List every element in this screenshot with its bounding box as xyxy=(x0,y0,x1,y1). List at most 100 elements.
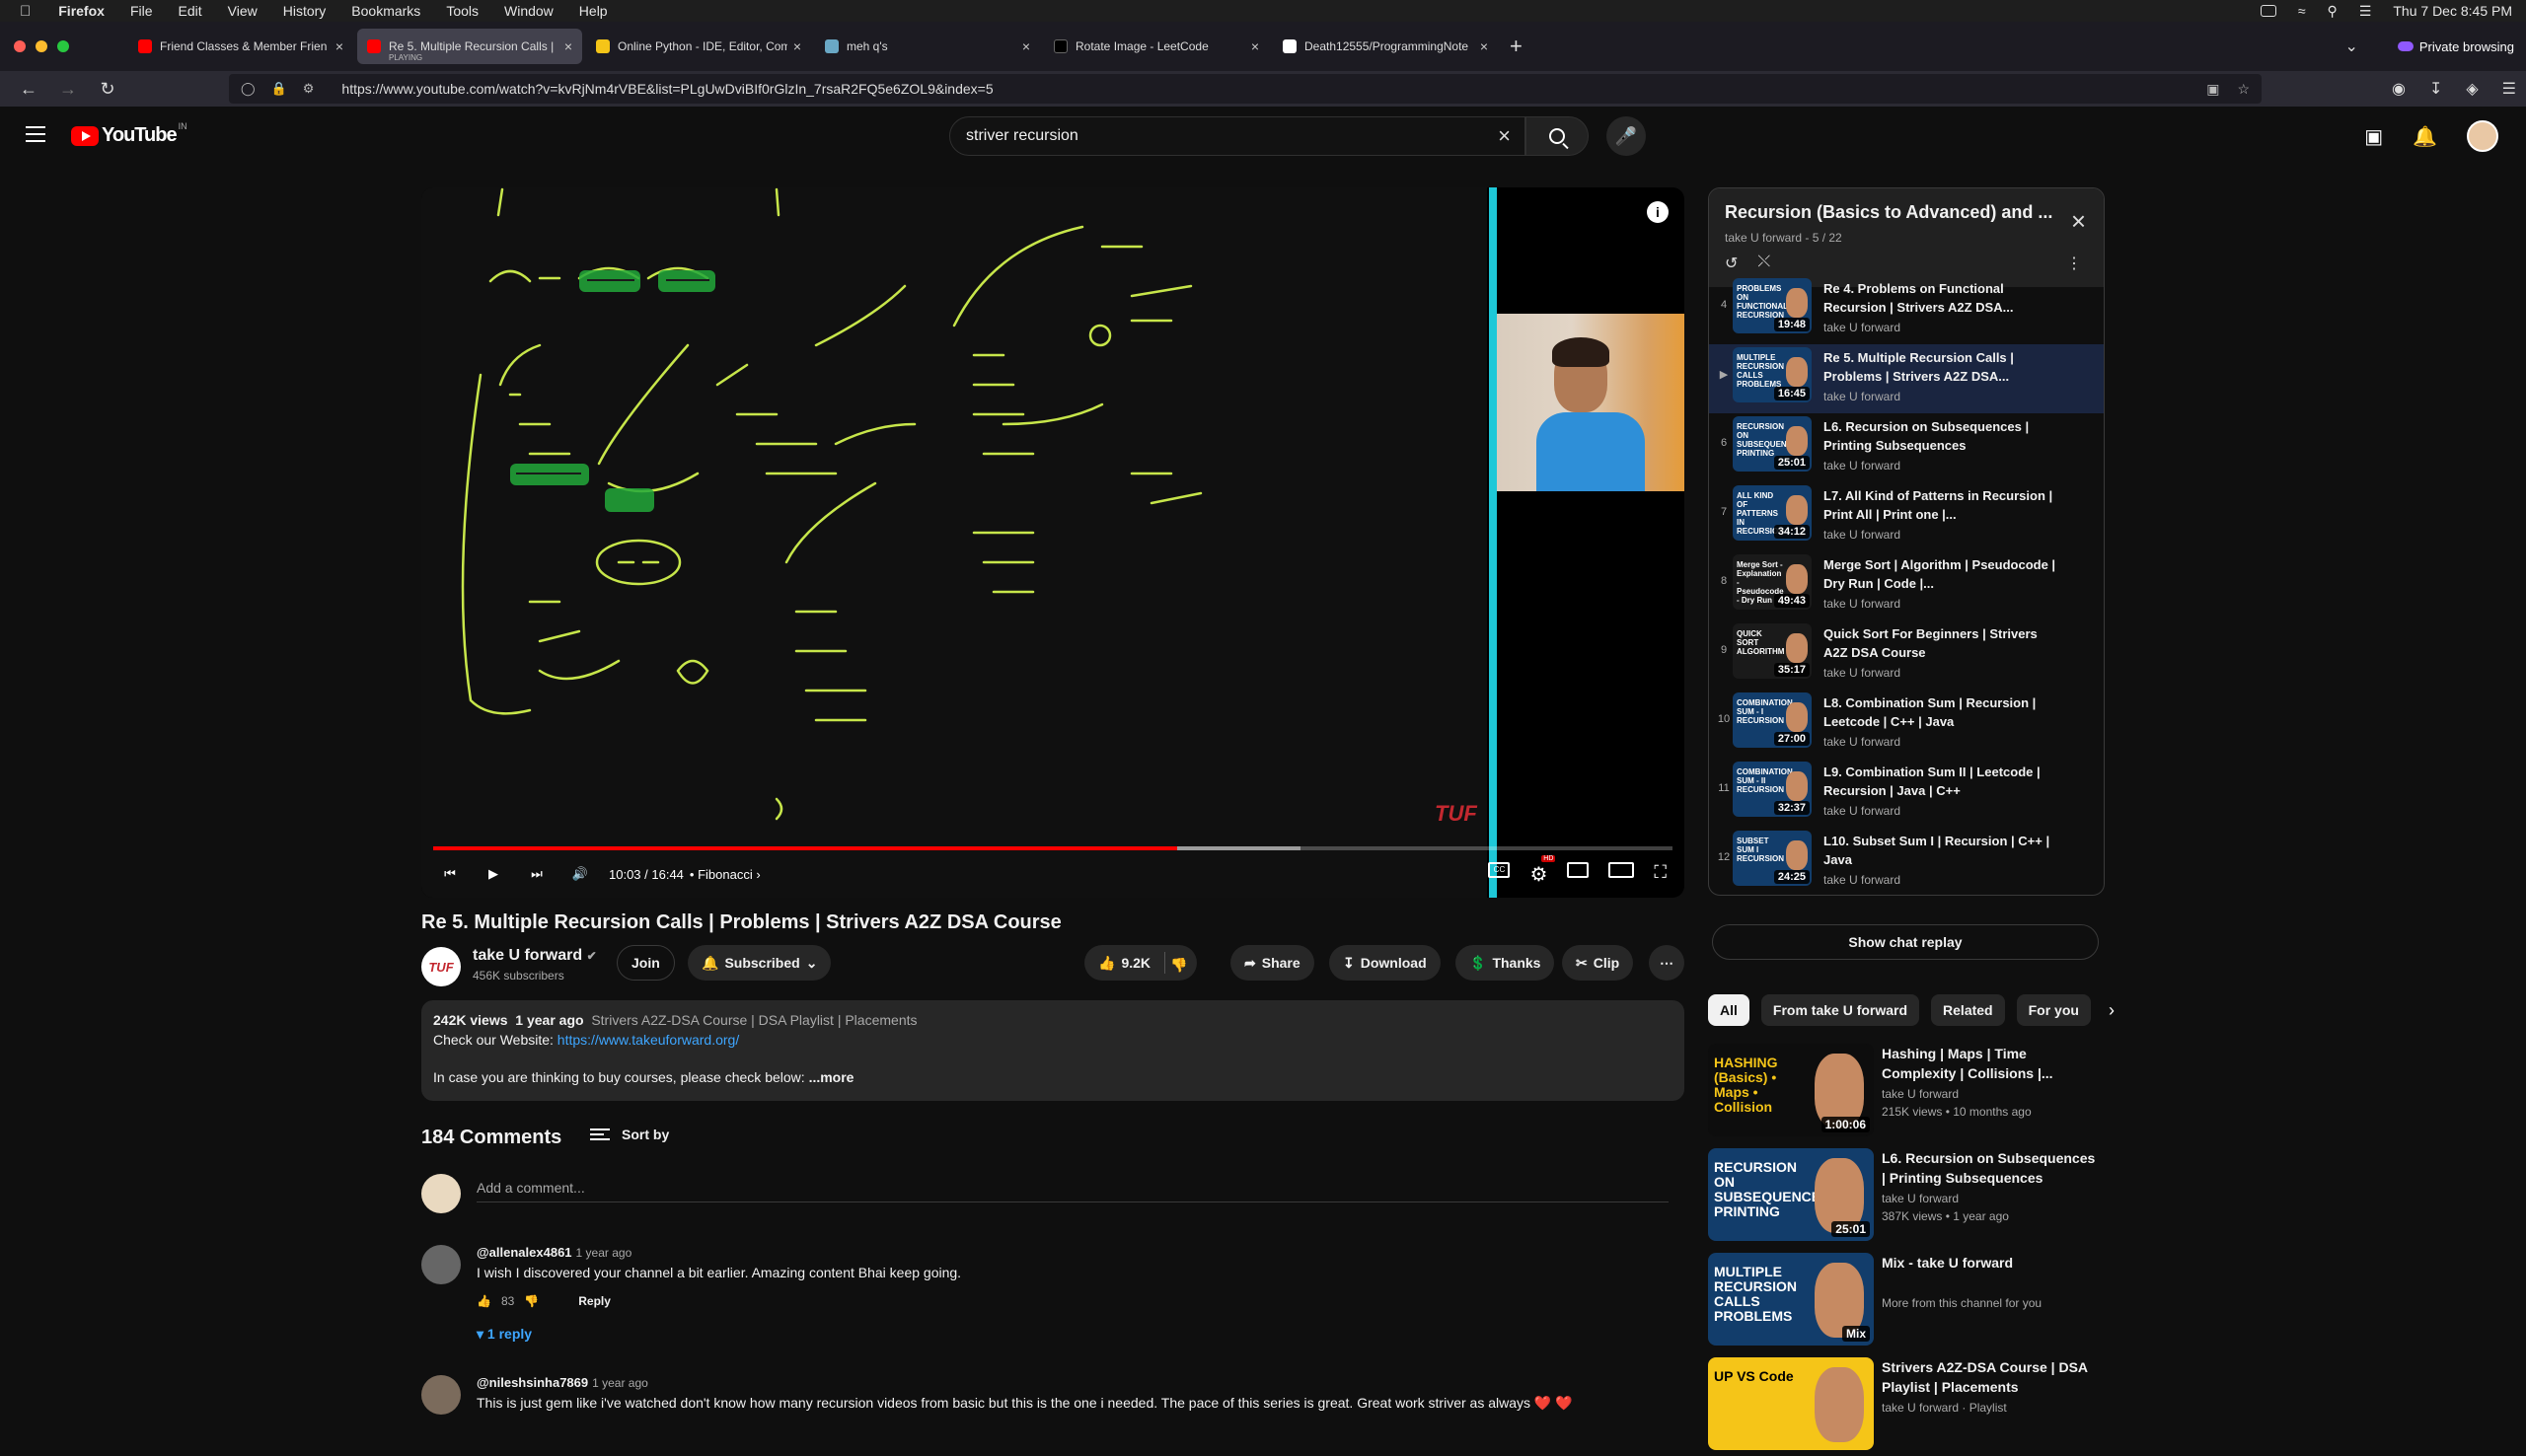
clear-search-icon[interactable]: × xyxy=(1498,123,1511,149)
downloads-icon[interactable]: ↧ xyxy=(2429,79,2442,99)
playlist-item[interactable]: 11 COMBINATION SUM - II RECURSION 32:37 L9.… xyxy=(1709,759,2104,828)
subtitles-icon[interactable]: CC xyxy=(1488,861,1511,878)
playlist-title[interactable]: Recursion (Basics to Advanced) and ... xyxy=(1725,202,2060,223)
add-comment-placeholder[interactable]: Add a comment... xyxy=(477,1180,585,1196)
website-link[interactable]: https://www.takeuforward.org/ xyxy=(557,1032,739,1048)
menu-history[interactable]: History xyxy=(283,3,327,19)
playlist-item[interactable]: 4 PROBLEMS ON FUNCTIONAL RECURSION 19:48 Re… xyxy=(1709,275,2104,344)
menu-bookmarks[interactable]: Bookmarks xyxy=(351,3,420,19)
close-tab-icon[interactable]: × xyxy=(793,38,801,54)
voice-search-button[interactable]: 🎤 xyxy=(1606,116,1646,156)
commenter-avatar[interactable] xyxy=(421,1375,461,1415)
wifi-icon[interactable]: ≈ xyxy=(2298,3,2306,19)
channel-name[interactable]: take U forward ✔ xyxy=(473,947,597,965)
join-button[interactable]: Join xyxy=(617,945,675,981)
volume-icon[interactable]: 🔊 xyxy=(565,859,595,889)
tracking-protection-icon[interactable]: ◯ xyxy=(241,81,256,97)
next-icon[interactable]: ⏭ xyxy=(522,859,552,889)
clip-button[interactable]: ✂ Clip xyxy=(1562,945,1634,981)
menu-app-name[interactable]: Firefox xyxy=(58,3,105,19)
chip-from-channel[interactable]: From take U forward xyxy=(1760,994,1920,1026)
minimize-window-button[interactable] xyxy=(36,40,47,52)
permissions-icon[interactable]: ⚙ xyxy=(303,81,315,97)
loop-icon[interactable]: ↺ xyxy=(1725,254,1738,273)
create-video-icon[interactable]: ▣ xyxy=(2364,124,2383,149)
url-text[interactable]: https://www.youtube.com/watch?v=kvRjNm4r… xyxy=(341,81,993,97)
playlist-item[interactable]: 12 SUBSET SUM I RECURSION 24:25 L10. Subset… xyxy=(1709,828,2104,895)
tab-rotate-image-leetcode[interactable]: Rotate Image - LeetCode × xyxy=(1044,29,1269,64)
playlist-item[interactable]: ▶ MULTIPLE RECURSION CALLS PROBLEMS 16:45 R… xyxy=(1709,344,2104,413)
search-input[interactable]: striver recursion × xyxy=(949,116,1525,156)
comment-author[interactable]: @nileshsinha7869 1 year ago xyxy=(477,1375,648,1390)
recommended-video[interactable]: MULTIPLE RECURSION CALLS PROBLEMS Mix Mix … xyxy=(1708,1253,2105,1351)
comment-dislike-icon[interactable]: 👎 xyxy=(524,1294,539,1308)
extensions-icon[interactable]: ◈ xyxy=(2466,79,2478,99)
close-tab-icon[interactable]: × xyxy=(1251,38,1259,54)
shuffle-icon[interactable]: ⤬ xyxy=(1757,254,1770,273)
back-icon[interactable]: ← xyxy=(18,79,39,100)
recommended-video[interactable]: UP VS Code Strivers A2Z-DSA Course | DSA … xyxy=(1708,1357,2105,1456)
zoom-window-button[interactable] xyxy=(57,40,69,52)
show-chat-replay-button[interactable]: Show chat replay xyxy=(1712,924,2099,960)
bookmark-star-icon[interactable]: ☆ xyxy=(2237,81,2250,98)
recommended-video[interactable]: HASHING (Basics) • Maps • Collision 1:00:… xyxy=(1708,1044,2105,1142)
playlist-item[interactable]: 7 ALL KIND OF PATTERNS IN RECURSION 34:12 L… xyxy=(1709,482,2104,551)
fullscreen-icon[interactable]: ⛶ xyxy=(1654,862,1667,887)
chapter-button[interactable]: • Fibonacci › xyxy=(690,867,761,882)
playlist-item[interactable]: 10 COMBINATION SUM - I RECURSION 27:00 L8. … xyxy=(1709,690,2104,759)
lock-icon[interactable]: 🔒 xyxy=(271,81,287,97)
reply-button[interactable]: Reply xyxy=(578,1294,611,1308)
playlist-item[interactable]: 8 Merge Sort - Explanation - Pseudocode -… xyxy=(1709,551,2104,620)
menu-window[interactable]: Window xyxy=(504,3,554,19)
playlist-item[interactable]: 9 QUICK SORT ALGORITHM 35:17 Quick Sort For… xyxy=(1709,620,2104,690)
apple-icon[interactable]:  xyxy=(20,3,31,20)
chip-all[interactable]: All xyxy=(1708,994,1749,1026)
previous-icon[interactable]: ⏮ xyxy=(435,859,465,889)
progress-bar[interactable] xyxy=(433,846,1672,850)
close-tab-icon[interactable]: × xyxy=(1480,38,1488,54)
new-tab-button[interactable]: + xyxy=(1510,34,1523,59)
close-playlist-icon[interactable]: × xyxy=(2071,206,2086,237)
tab-friend-classes[interactable]: Friend Classes & Member Frien × xyxy=(128,29,353,64)
menu-edit[interactable]: Edit xyxy=(179,3,202,19)
menu-help[interactable]: Help xyxy=(579,3,608,19)
playlist-more-icon[interactable]: ⋮ xyxy=(2066,254,2082,273)
youtube-logo[interactable]: YouTube IN xyxy=(71,121,187,147)
tab-online-python[interactable]: Online Python - IDE, Editor, Com × xyxy=(586,29,811,64)
reload-icon[interactable]: ↻ xyxy=(97,79,118,100)
battery-icon[interactable] xyxy=(2260,5,2276,17)
theater-mode-icon[interactable] xyxy=(1608,861,1635,878)
thanks-button[interactable]: 💲 Thanks xyxy=(1455,945,1555,981)
chip-related[interactable]: Related xyxy=(1931,994,2005,1026)
view-replies-button[interactable]: ▾ 1 reply xyxy=(477,1326,532,1343)
tab-meh-qs[interactable]: meh q's × xyxy=(815,29,1040,64)
download-button[interactable]: ↧ Download xyxy=(1329,945,1441,981)
list-all-tabs-icon[interactable]: ⌄ xyxy=(2344,36,2357,56)
add-comment-box[interactable]: Add a comment... xyxy=(421,1174,1670,1213)
tab-github-programming-notes[interactable]: Death12555/ProgrammingNote × xyxy=(1273,29,1498,64)
close-tab-icon[interactable]: × xyxy=(335,38,343,54)
tab-re5-multiple-recursion[interactable]: Re 5. Multiple Recursion Calls | PLAYING × xyxy=(357,29,582,64)
url-bar[interactable]: ◯ 🔒 ⚙ https://www.youtube.com/watch?v=kv… xyxy=(229,74,2262,104)
miniplayer-icon[interactable] xyxy=(1567,861,1590,878)
menu-file[interactable]: File xyxy=(130,3,153,19)
clock[interactable]: Thu 7 Dec 8:45 PM xyxy=(2393,3,2512,19)
sort-comments-button[interactable]: Sort by xyxy=(590,1127,669,1142)
show-more-link[interactable]: ...more xyxy=(809,1069,854,1085)
close-window-button[interactable] xyxy=(14,40,26,52)
search-button[interactable] xyxy=(1525,116,1589,156)
description-box[interactable]: 242K views 1 year ago Strivers A2Z-DSA C… xyxy=(421,1000,1684,1101)
control-center-icon[interactable]: ☰ xyxy=(2359,3,2372,20)
channel-avatar[interactable]: TUF xyxy=(421,947,461,986)
info-icon[interactable]: i xyxy=(1647,201,1669,223)
playlist-item[interactable]: 6 RECURSION ON SUBSEQUENCES PRINTING 25:01… xyxy=(1709,413,2104,482)
guide-menu-icon[interactable] xyxy=(26,126,45,142)
notifications-bell-icon[interactable]: 🔔 xyxy=(2413,124,2437,149)
menu-tools[interactable]: Tools xyxy=(446,3,479,19)
spotlight-icon[interactable]: ⚲ xyxy=(2328,3,2338,20)
dislike-button[interactable]: 👎 xyxy=(1161,947,1197,983)
account-avatar[interactable] xyxy=(2467,120,2498,152)
play-icon[interactable]: ▶ xyxy=(479,859,508,889)
forward-icon[interactable]: → xyxy=(57,79,79,100)
close-tab-icon[interactable]: × xyxy=(1022,38,1030,54)
